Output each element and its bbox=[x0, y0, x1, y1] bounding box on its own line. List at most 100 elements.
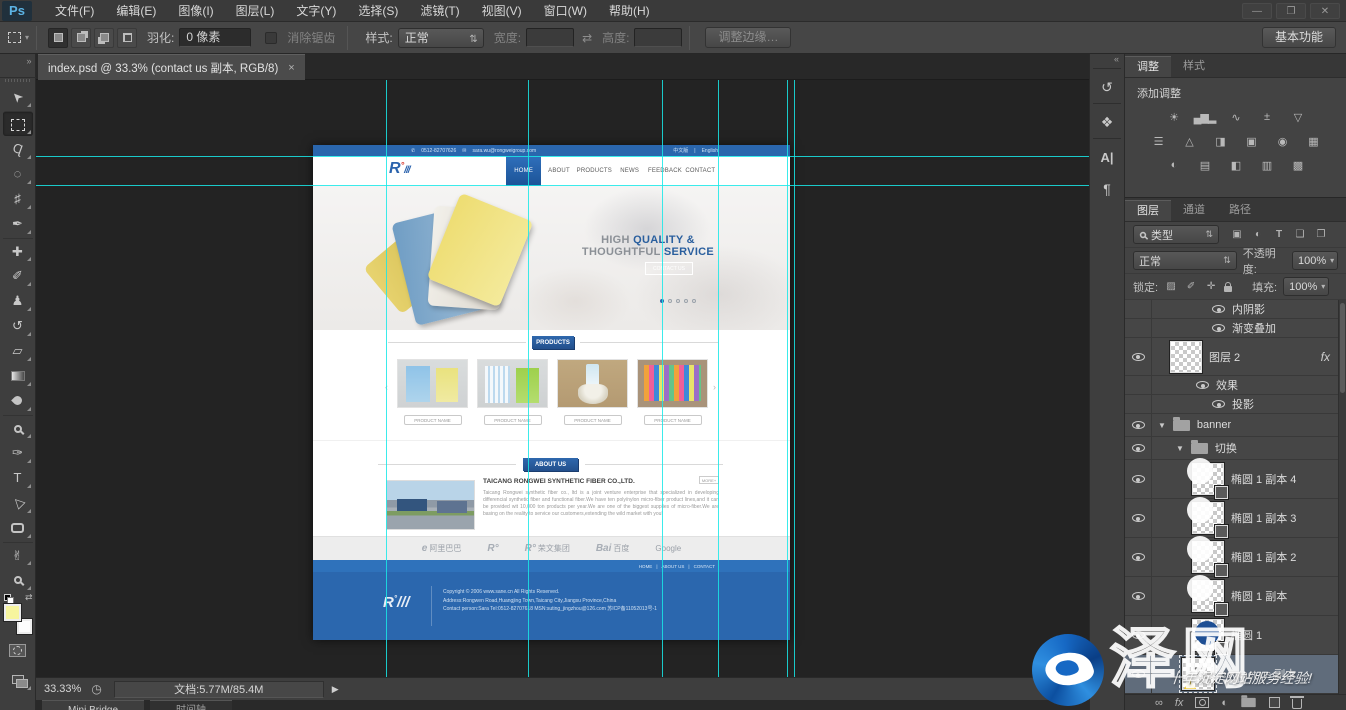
crop-tool[interactable]: ♯ bbox=[3, 186, 33, 211]
character-panel-icon[interactable]: A| bbox=[1093, 144, 1121, 170]
guide-vertical[interactable] bbox=[528, 80, 529, 677]
layer-filter-select[interactable]: 类型 bbox=[1133, 225, 1219, 244]
layer-thumbnail[interactable] bbox=[1170, 341, 1202, 373]
layer-row[interactable]: 效果 bbox=[1125, 376, 1346, 395]
gradient-map-icon[interactable]: ▥ bbox=[1256, 157, 1278, 173]
paragraph-panel-icon[interactable]: ¶ bbox=[1093, 176, 1121, 202]
layer-visibility-icon[interactable] bbox=[1132, 353, 1145, 361]
healing-brush-tool[interactable]: ✚ bbox=[3, 238, 33, 263]
layers-tab[interactable]: 通道 bbox=[1171, 200, 1217, 221]
brush-tool[interactable]: ✐ bbox=[3, 263, 33, 288]
layer-row[interactable]: ▼切换 bbox=[1125, 437, 1346, 460]
height-input[interactable] bbox=[634, 28, 682, 47]
lock-transparency-icon[interactable]: ▨ bbox=[1164, 281, 1178, 292]
tool-preset-picker[interactable]: ▾ bbox=[8, 32, 29, 43]
layer-visibility-icon[interactable] bbox=[1132, 475, 1145, 483]
menu-item[interactable]: 选择(S) bbox=[347, 0, 409, 22]
menu-item[interactable]: 文字(Y) bbox=[285, 0, 347, 22]
refine-edge-button[interactable]: 调整边缘… bbox=[705, 27, 791, 48]
scrollbar-thumb[interactable] bbox=[1340, 303, 1345, 393]
panel-grip[interactable] bbox=[5, 79, 31, 82]
smartobject-filter-icon[interactable]: ❐ bbox=[1313, 229, 1329, 240]
canvas-viewport[interactable]: ✆ 0512-82707626 ✉ sara.wu@rongweigroup.c… bbox=[36, 80, 1089, 677]
default-colors-icon[interactable] bbox=[4, 594, 13, 603]
layer-row[interactable]: Tcontact us 副本 bbox=[1125, 655, 1346, 694]
close-button[interactable]: ✕ bbox=[1310, 3, 1340, 19]
layers-scrollbar[interactable] bbox=[1338, 300, 1346, 694]
style-select[interactable]: 正常 bbox=[398, 28, 484, 48]
quick-selection-tool[interactable]: ◌ bbox=[3, 161, 33, 186]
pixel-filter-icon[interactable]: ▣ bbox=[1229, 229, 1245, 240]
hue-saturation-icon[interactable]: ☰ bbox=[1147, 133, 1169, 149]
tools-collapse-button[interactable]: » bbox=[0, 54, 36, 78]
quick-mask-button[interactable] bbox=[3, 638, 33, 663]
zoom-tool[interactable] bbox=[3, 567, 33, 592]
layer-style-icon[interactable]: fx bbox=[1175, 697, 1184, 709]
swap-dimensions-icon[interactable]: ⇄ bbox=[582, 31, 592, 45]
add-selection-button[interactable] bbox=[71, 28, 91, 48]
layer-row[interactable]: 椭圆 1 bbox=[1125, 616, 1346, 655]
posterize-icon[interactable]: ▤ bbox=[1194, 157, 1216, 173]
fx-badge[interactable]: fx bbox=[1321, 350, 1330, 364]
add-mask-icon[interactable] bbox=[1195, 697, 1209, 708]
menu-item[interactable]: 编辑(E) bbox=[105, 0, 167, 22]
blend-mode-select[interactable]: 正常 bbox=[1133, 251, 1237, 270]
path-selection-tool[interactable]: ▷ bbox=[3, 490, 33, 515]
shape-filter-icon[interactable]: ❑ bbox=[1292, 229, 1308, 240]
lasso-tool[interactable]: Ɋ bbox=[3, 136, 33, 161]
intersect-selection-button[interactable] bbox=[117, 28, 137, 48]
layer-row[interactable]: 椭圆 1 副本 bbox=[1125, 577, 1346, 616]
guide-vertical[interactable] bbox=[386, 80, 387, 677]
guide-vertical[interactable] bbox=[794, 80, 795, 677]
lock-all-icon[interactable] bbox=[1224, 286, 1232, 292]
exposure-icon[interactable]: ± bbox=[1256, 109, 1278, 125]
curves-icon[interactable]: ∿ bbox=[1225, 109, 1247, 125]
effect-visibility-icon[interactable] bbox=[1212, 324, 1225, 332]
guide-vertical[interactable] bbox=[718, 80, 719, 677]
black-white-icon[interactable]: ◨ bbox=[1209, 133, 1231, 149]
lock-paint-icon[interactable]: ✐ bbox=[1184, 281, 1198, 292]
workspace-switcher-button[interactable]: 基本功能 bbox=[1262, 27, 1336, 48]
adjustments-tab[interactable]: 调整 bbox=[1125, 56, 1171, 77]
menu-item[interactable]: 图像(I) bbox=[167, 0, 224, 22]
layer-visibility-icon[interactable] bbox=[1132, 444, 1145, 452]
layer-row[interactable]: 椭圆 1 副本 2 bbox=[1125, 538, 1346, 577]
new-layer-icon[interactable] bbox=[1269, 697, 1280, 708]
layer-thumbnail[interactable]: T bbox=[1182, 658, 1214, 690]
foreground-color-swatch[interactable] bbox=[4, 604, 21, 621]
layer-visibility-icon[interactable] bbox=[1132, 553, 1145, 561]
expand-triangle-icon[interactable]: ▼ bbox=[1158, 421, 1166, 430]
screen-mode-button[interactable] bbox=[3, 667, 33, 692]
restore-button[interactable]: ❐ bbox=[1276, 3, 1306, 19]
strip-collapse-button[interactable]: « bbox=[1090, 54, 1124, 68]
new-group-icon[interactable] bbox=[1240, 697, 1257, 708]
dodge-tool[interactable] bbox=[3, 415, 33, 440]
layer-visibility-icon[interactable] bbox=[1132, 514, 1145, 522]
document-tab[interactable]: index.psd @ 33.3% (contact us 副本, RGB/8)… bbox=[38, 54, 305, 80]
document-size-info[interactable]: 文档:5.77M/85.4M bbox=[114, 681, 324, 698]
hand-tool[interactable]: ✌ bbox=[3, 542, 33, 567]
menu-item[interactable]: 窗口(W) bbox=[533, 0, 598, 22]
threshold-icon[interactable]: ◧ bbox=[1225, 157, 1247, 173]
expand-triangle-icon[interactable]: ▼ bbox=[1176, 444, 1184, 453]
layer-row[interactable]: 内阴影 bbox=[1125, 300, 1346, 319]
status-menu-arrow-icon[interactable]: ▶ bbox=[332, 684, 339, 695]
rect-marquee-tool[interactable] bbox=[3, 111, 33, 136]
vibrance-icon[interactable]: ▽ bbox=[1287, 109, 1309, 125]
pen-tool[interactable]: ✑ bbox=[3, 440, 33, 465]
clone-stamp-tool[interactable]: ♟ bbox=[3, 288, 33, 313]
adjustment-filter-icon[interactable]: ◐ bbox=[1250, 229, 1266, 240]
shape-tool[interactable] bbox=[3, 515, 33, 540]
layer-row[interactable]: 椭圆 1 副本 3 bbox=[1125, 499, 1346, 538]
width-input[interactable] bbox=[526, 28, 574, 47]
bottom-tab[interactable]: Mini Bridge bbox=[42, 700, 144, 710]
history-panel-icon[interactable]: ↺ bbox=[1093, 74, 1121, 100]
layer-thumbnail[interactable] bbox=[1192, 619, 1224, 651]
layer-row[interactable]: 渐变叠加 bbox=[1125, 319, 1346, 338]
layer-thumbnail[interactable] bbox=[1192, 463, 1224, 495]
selective-color-icon[interactable]: ▩ bbox=[1287, 157, 1309, 173]
history-brush-tool[interactable]: ↺ bbox=[3, 313, 33, 338]
layer-thumbnail[interactable] bbox=[1192, 541, 1224, 573]
close-tab-icon[interactable]: × bbox=[288, 62, 294, 74]
invert-icon[interactable]: ◐ bbox=[1163, 157, 1185, 173]
